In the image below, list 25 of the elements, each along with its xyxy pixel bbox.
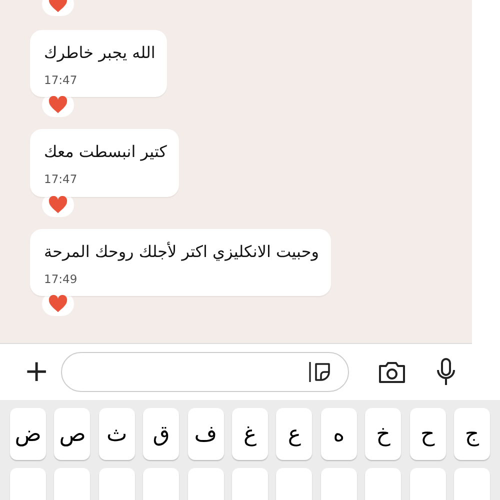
keyboard-key[interactable]: ه: [320, 408, 357, 460]
keyboard-key[interactable]: ض: [10, 408, 46, 460]
message-time: 17:47: [44, 171, 78, 188]
camera-icon[interactable]: [377, 359, 408, 385]
heart-icon: [48, 196, 68, 214]
keyboard-key[interactable]: ث: [98, 408, 135, 460]
keyboard-key[interactable]: ص: [54, 408, 90, 460]
message-time: 17:49: [44, 270, 78, 288]
attach-button[interactable]: +: [24, 357, 50, 387]
microphone-icon[interactable]: [435, 357, 458, 387]
message-field[interactable]: [61, 352, 350, 392]
keyboard-key[interactable]: ج: [454, 408, 490, 460]
heart-icon: [48, 0, 68, 13]
message-text: كتير انبسطت معك: [44, 141, 167, 164]
keyboard-key[interactable]: ق: [143, 408, 180, 460]
keyboard-key[interactable]: غ: [232, 408, 268, 460]
keyboard-key[interactable]: ف: [188, 408, 224, 460]
keyboard-key[interactable]: ع: [276, 408, 312, 460]
keyboard-key[interactable]: ح: [410, 408, 446, 460]
message-time: 17:47: [44, 72, 78, 89]
heart-icon: [48, 96, 68, 114]
message-text: الله يجبر خاطرك: [44, 42, 156, 64]
keyboard-key[interactable]: خ: [365, 408, 402, 460]
heart-icon: [48, 294, 68, 313]
message-text: وحبيت الانكليزي اكتر لأجلك روحك المرحة: [44, 240, 319, 263]
